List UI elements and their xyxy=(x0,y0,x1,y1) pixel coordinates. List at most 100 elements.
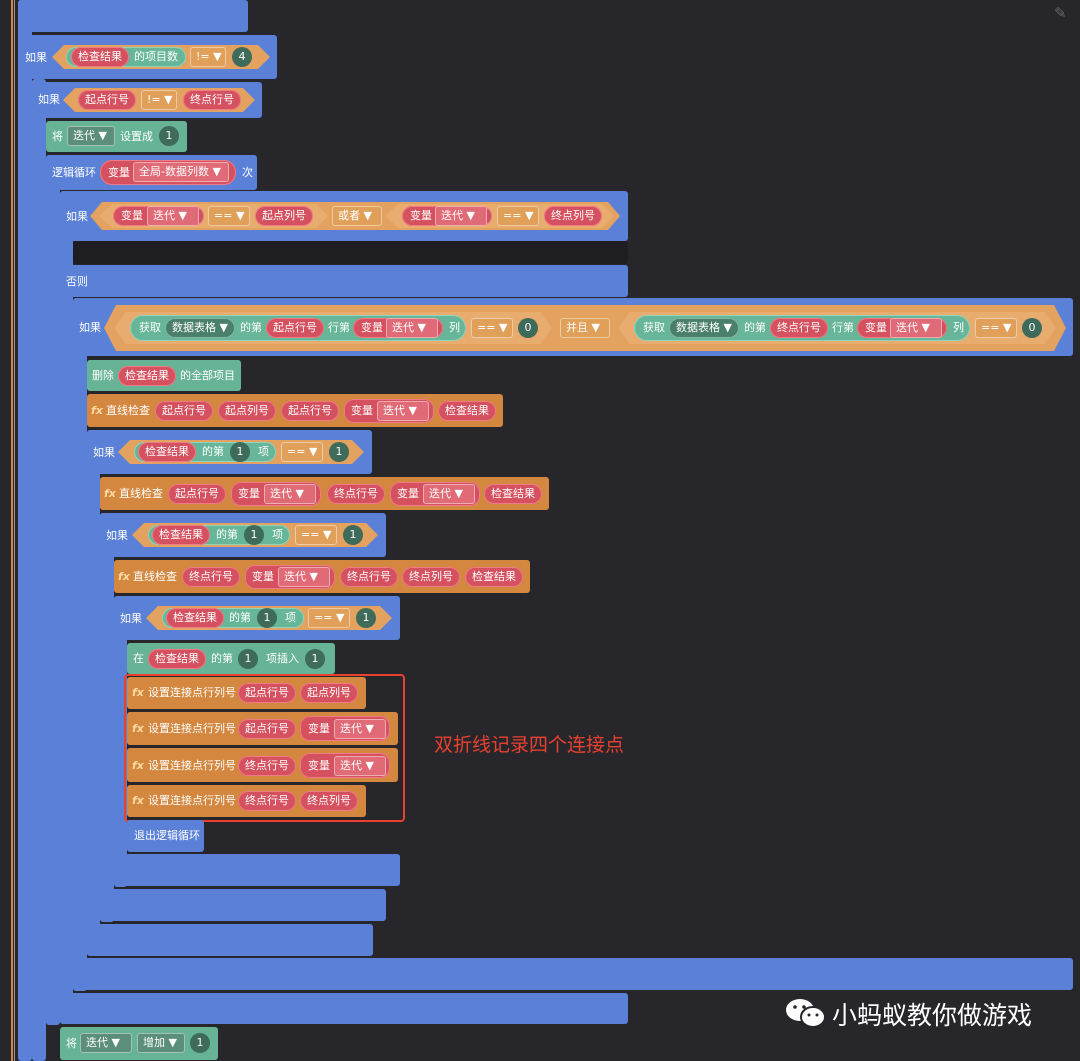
delete-label: 删除 xyxy=(92,369,114,382)
chevron-down-icon: ▼ xyxy=(498,321,508,334)
operator-dropdown[interactable]: != ▼ xyxy=(141,90,177,110)
number-input[interactable]: 0 xyxy=(518,318,538,338)
variable-dropdown[interactable]: 迭代 ▼ xyxy=(386,318,438,338)
var-start-row[interactable]: 起点行号 xyxy=(155,401,213,421)
var-check-result[interactable]: 检查结果 xyxy=(148,649,206,669)
item-label: 项 xyxy=(258,445,269,458)
number-input[interactable]: 4 xyxy=(232,47,252,67)
var-check-result[interactable]: 检查结果 xyxy=(71,47,129,67)
variable-dropdown[interactable]: 迭代 ▼ xyxy=(377,401,429,421)
chevron-down-icon: ▼ xyxy=(363,209,372,222)
number-input[interactable]: 1 xyxy=(238,649,258,669)
number-input[interactable]: 1 xyxy=(305,649,325,669)
chevron-down-icon: ▼ xyxy=(322,528,332,541)
operator-dropdown[interactable]: == ▼ xyxy=(497,206,539,226)
operator-dropdown[interactable]: == ▼ xyxy=(308,608,350,628)
operator-dropdown[interactable]: == ▼ xyxy=(281,442,323,462)
var-end-row[interactable]: 终点行号 xyxy=(340,567,398,587)
variable-dropdown[interactable]: 迭代 ▼ xyxy=(423,484,475,504)
table-dropdown[interactable]: 数据表格 ▼ xyxy=(669,318,739,338)
number-input[interactable]: 1 xyxy=(329,442,349,462)
variable-dropdown[interactable]: 全局-数据列数 ▼ xyxy=(133,162,229,182)
of-label: 的第 xyxy=(744,321,766,334)
var-start-row[interactable]: 起点行号 xyxy=(78,90,136,110)
variable-dropdown[interactable]: 迭代 ▼ xyxy=(147,206,199,226)
var-end-row[interactable]: 终点行号 xyxy=(182,567,240,587)
chevron-down-icon: ▼ xyxy=(178,209,187,222)
change-mode-dropdown[interactable]: 增加 ▼ xyxy=(137,1033,185,1053)
chevron-down-icon: ▼ xyxy=(212,165,221,178)
break-loop-label: 退出逻辑循环 xyxy=(134,829,200,842)
chevron-down-icon: ▼ xyxy=(168,1036,177,1049)
var-start-row[interactable]: 起点行号 xyxy=(281,401,339,421)
logic-dropdown[interactable]: 并且 ▼ xyxy=(560,318,610,338)
var-check-result[interactable]: 检查结果 xyxy=(484,484,542,504)
operator-dropdown[interactable]: == ▼ xyxy=(295,525,337,545)
chevron-down-icon: ▼ xyxy=(98,129,107,142)
number-input[interactable]: 1 xyxy=(343,525,363,545)
operator-dropdown[interactable]: == ▼ xyxy=(471,318,513,338)
set-prefix-label: 将 xyxy=(66,1037,77,1050)
variable-dropdown[interactable]: 迭代 ▼ xyxy=(67,126,115,146)
var-end-col[interactable]: 终点列号 xyxy=(544,206,602,226)
chevron-down-icon: ▼ xyxy=(308,445,318,458)
set-to-label: 设置成 xyxy=(120,130,153,143)
chevron-down-icon: ▼ xyxy=(524,209,534,222)
variable-dropdown[interactable]: 迭代 ▼ xyxy=(264,484,316,504)
number-input[interactable]: 1 xyxy=(230,442,250,462)
var-check-result[interactable]: 检查结果 xyxy=(118,366,176,386)
number-input[interactable]: 1 xyxy=(159,126,179,146)
var-start-row[interactable]: 起点行号 xyxy=(266,318,324,338)
if-block-footer xyxy=(100,889,386,921)
if-label: 如果 xyxy=(66,210,88,223)
variable-dropdown[interactable]: 迭代 ▼ xyxy=(890,318,942,338)
var-end-row[interactable]: 终点行号 xyxy=(770,318,828,338)
of-label: 的第 xyxy=(216,528,238,541)
number-input[interactable]: 0 xyxy=(1022,318,1042,338)
var-check-result[interactable]: 检查结果 xyxy=(166,608,224,628)
operator-dropdown[interactable]: == ▼ xyxy=(975,318,1017,338)
annotation-box xyxy=(124,674,405,822)
chevron-down-icon: ▼ xyxy=(295,487,304,500)
insert-item-label: 项插入 xyxy=(266,652,299,665)
var-check-result[interactable]: 检查结果 xyxy=(465,567,523,587)
if-block-rail xyxy=(18,0,32,1061)
pin-icon[interactable]: ✎ xyxy=(1054,4,1067,22)
else-label: 否则 xyxy=(66,275,88,288)
number-input[interactable]: 1 xyxy=(356,608,376,628)
if-block-footer xyxy=(73,958,1073,990)
var-check-result[interactable]: 检查结果 xyxy=(438,401,496,421)
variable-dropdown[interactable]: 迭代 ▼ xyxy=(278,567,330,587)
var-label: 变量 xyxy=(410,209,432,222)
if-label: 如果 xyxy=(79,321,101,334)
loop-block-rail xyxy=(46,155,60,1025)
var-start-col[interactable]: 起点列号 xyxy=(255,206,313,226)
table-dropdown[interactable]: 数据表格 ▼ xyxy=(165,318,235,338)
times-label: 次 xyxy=(242,166,253,179)
of-label: 的第 xyxy=(240,321,262,334)
var-start-row[interactable]: 起点行号 xyxy=(168,484,226,504)
if-block-rail xyxy=(32,79,46,1061)
variable-dropdown[interactable]: 迭代 ▼ xyxy=(435,206,487,226)
var-end-row[interactable]: 终点行号 xyxy=(327,484,385,504)
var-end-col[interactable]: 终点列号 xyxy=(402,567,460,587)
var-check-result[interactable]: 检查结果 xyxy=(152,525,210,545)
operator-dropdown[interactable]: == ▼ xyxy=(208,206,250,226)
var-check-result[interactable]: 检查结果 xyxy=(138,442,196,462)
col-label: 列 xyxy=(449,321,460,334)
var-start-col[interactable]: 起点列号 xyxy=(218,401,276,421)
operator-dropdown[interactable]: != ▼ xyxy=(190,47,226,67)
var-end-row[interactable]: 终点行号 xyxy=(183,90,241,110)
get-label: 获取 xyxy=(643,321,665,334)
chevron-down-icon: ▼ xyxy=(591,321,600,334)
function-icon: fx xyxy=(91,404,103,417)
number-input[interactable]: 1 xyxy=(190,1033,210,1053)
logic-dropdown[interactable]: 或者 ▼ xyxy=(332,206,382,226)
number-input[interactable]: 1 xyxy=(244,525,264,545)
number-input[interactable]: 1 xyxy=(257,608,277,628)
chevron-down-icon: ▼ xyxy=(335,611,345,624)
else-block-header[interactable] xyxy=(60,265,628,297)
variable-dropdown[interactable]: 迭代 ▼ xyxy=(80,1033,132,1053)
if-block-rail xyxy=(73,303,87,991)
wechat-icon xyxy=(786,999,826,1028)
